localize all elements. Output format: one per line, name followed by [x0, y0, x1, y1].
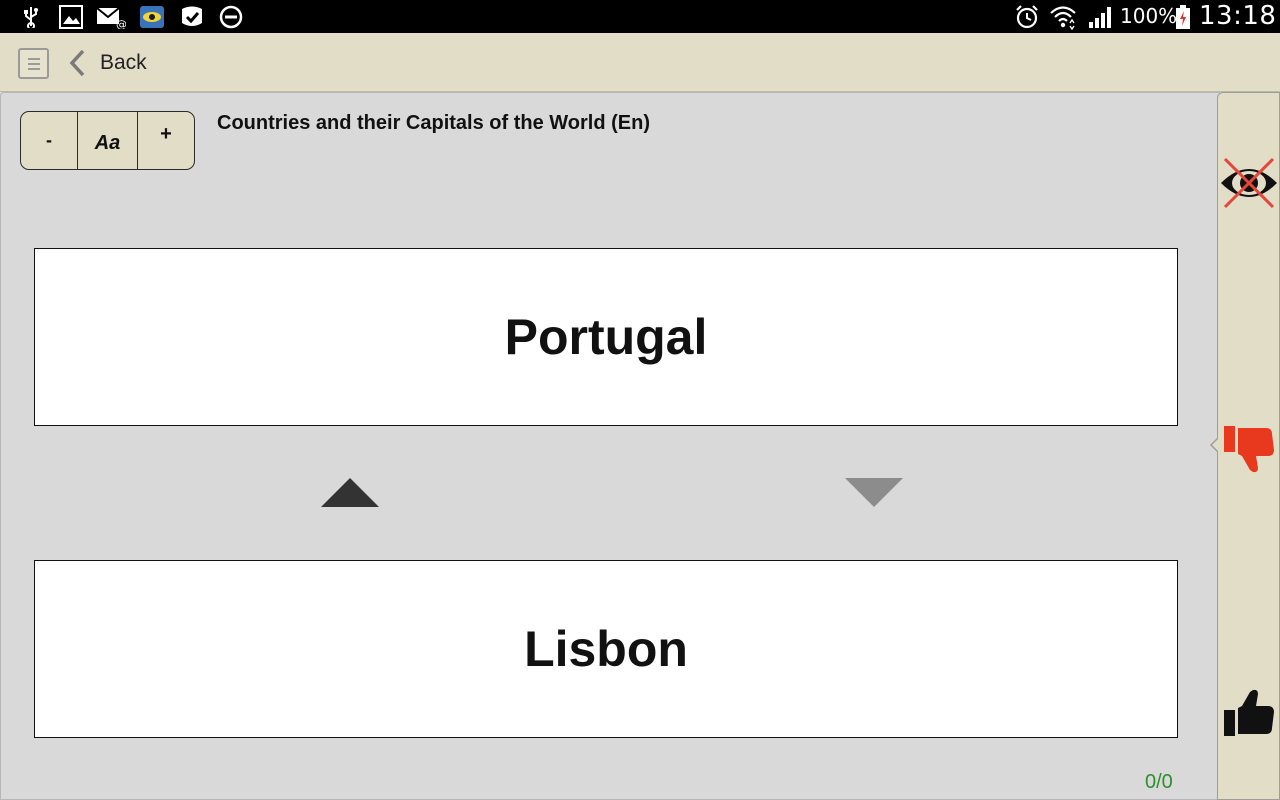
font-style-button[interactable]: Aa — [78, 112, 138, 169]
increase-font-button[interactable]: + — [138, 112, 194, 163]
battery-percent: 100% — [1120, 4, 1178, 28]
do-not-disturb-icon — [218, 4, 244, 30]
thumbs-up-icon[interactable] — [1222, 688, 1276, 743]
menu-icon-line — [28, 58, 40, 60]
action-bar: Back — [0, 33, 1280, 92]
email-icon: @ — [95, 4, 127, 30]
clock: 13:18 — [1199, 1, 1277, 31]
usb-icon — [20, 4, 42, 30]
menu-button[interactable] — [18, 48, 49, 79]
deck-title: Countries and their Capitals of the Worl… — [217, 112, 650, 134]
hide-answer-icon[interactable] — [1219, 155, 1279, 216]
back-chevron-icon[interactable] — [66, 49, 88, 82]
app-eye-icon — [139, 4, 165, 30]
card-front-text: Portugal — [504, 309, 708, 365]
side-panel-notch-inner — [1212, 438, 1219, 452]
menu-icon-line — [28, 68, 40, 70]
alarm-icon — [1013, 4, 1041, 30]
status-bar: @ 100% 13:18 — [0, 0, 1280, 33]
arrow-down-icon[interactable] — [845, 478, 903, 507]
wifi-icon — [1048, 4, 1078, 30]
card-back-text: Lisbon — [524, 621, 688, 677]
gallery-icon — [58, 4, 84, 30]
thumbs-down-icon[interactable] — [1222, 424, 1276, 479]
study-panel: - Aa + Countries and their Capitals of t… — [0, 92, 1220, 800]
font-size-control: - Aa + — [20, 111, 195, 170]
battery-charging-icon — [1174, 4, 1192, 30]
progress-counter: 0/0 — [1145, 771, 1173, 793]
card-back[interactable]: Lisbon — [34, 560, 1178, 738]
arrow-up-icon[interactable] — [321, 478, 379, 507]
svg-text:@: @ — [116, 18, 126, 29]
signal-icon — [1085, 4, 1113, 30]
card-front[interactable]: Portugal — [34, 248, 1178, 426]
back-button[interactable]: Back — [100, 51, 147, 75]
tasks-check-icon — [178, 4, 206, 30]
menu-icon-line — [28, 63, 40, 65]
decrease-font-button[interactable]: - — [21, 112, 78, 169]
